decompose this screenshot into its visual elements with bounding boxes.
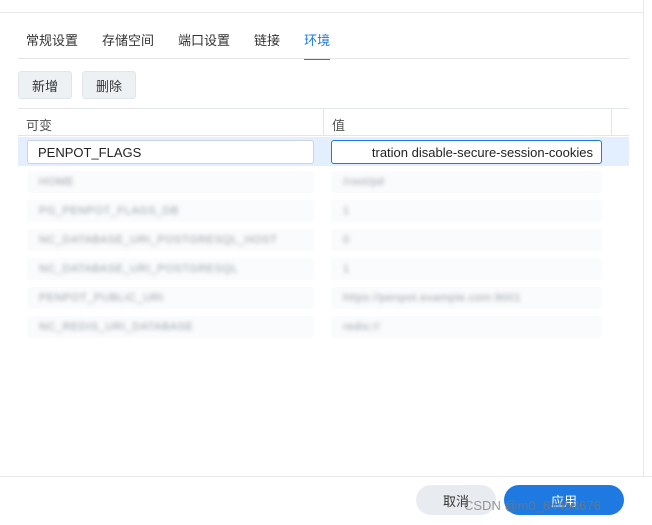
variable-value-cell[interactable]: 1 <box>331 200 602 222</box>
watermark: CSDN @m0_64458676 <box>464 498 601 513</box>
table-row-selected[interactable]: PENPOT_FLAGS tration disable-secure-sess… <box>18 137 629 166</box>
tabs-divider <box>18 58 629 59</box>
tab-general[interactable]: 常规设置 <box>26 30 78 57</box>
toolbar: 新增 删除 <box>18 71 137 99</box>
tab-bar: 常规设置 存储空间 端口设置 链接 环境 <box>26 30 354 60</box>
variable-value-input[interactable]: tration disable-secure-session-cookies <box>331 140 602 164</box>
delete-button[interactable]: 删除 <box>82 71 137 99</box>
tab-storage[interactable]: 存储空间 <box>102 30 154 57</box>
variable-name-cell[interactable]: NC_DATABASE_URI_POSTGRESQL_HOST <box>27 229 314 251</box>
table-row[interactable]: NC_DATABASE_URI_POSTGRESQL 1 <box>18 254 629 283</box>
variable-name-cell[interactable]: NC_REDIS_URI_DATABASE <box>27 316 314 338</box>
variable-name-input[interactable]: PENPOT_FLAGS <box>27 140 314 164</box>
variable-value-cell[interactable]: /root/pd <box>331 171 602 193</box>
table-row[interactable]: HOME /root/pd <box>18 167 629 196</box>
top-border <box>0 12 644 13</box>
table-row[interactable]: PG_PENPOT_FLAGS_DB 1 <box>18 196 629 225</box>
footer-divider <box>0 476 652 477</box>
tab-links[interactable]: 链接 <box>254 30 280 57</box>
column-header-value[interactable]: 值 <box>332 115 345 134</box>
variable-name-cell[interactable]: HOME <box>27 171 314 193</box>
tab-port-settings[interactable]: 端口设置 <box>178 30 230 57</box>
table-header: 可变 值 <box>18 109 629 136</box>
env-variables-table: 可变 值 PENPOT_FLAGS tration disable-secure… <box>18 108 629 342</box>
variable-name-cell[interactable]: NC_DATABASE_URI_POSTGRESQL <box>27 258 314 280</box>
variable-value-text: tration disable-secure-session-cookies <box>371 145 593 160</box>
variable-value-cell[interactable]: redis:// <box>331 316 602 338</box>
table-row[interactable]: PENPOT_PUBLIC_URI https://penpot.example… <box>18 283 629 312</box>
table-row[interactable]: NC_DATABASE_URI_POSTGRESQL_HOST 0 <box>18 225 629 254</box>
table-row[interactable]: NC_REDIS_URI_DATABASE redis:// <box>18 312 629 341</box>
variable-value-cell[interactable]: 0 <box>331 229 602 251</box>
right-border <box>643 0 644 476</box>
add-button[interactable]: 新增 <box>18 71 73 99</box>
variable-name-text: PENPOT_FLAGS <box>38 144 142 160</box>
variable-name-cell[interactable]: PG_PENPOT_FLAGS_DB <box>27 200 314 222</box>
variable-value-cell[interactable]: 1 <box>331 258 602 280</box>
tab-environment[interactable]: 环境 <box>304 30 331 60</box>
variable-value-cell[interactable]: https://penpot.example.com:9001 <box>331 287 602 309</box>
column-header-variable[interactable]: 可变 <box>26 115 52 134</box>
column-divider[interactable] <box>323 109 324 136</box>
column-divider[interactable] <box>611 109 612 136</box>
variable-name-cell[interactable]: PENPOT_PUBLIC_URI <box>27 287 314 309</box>
